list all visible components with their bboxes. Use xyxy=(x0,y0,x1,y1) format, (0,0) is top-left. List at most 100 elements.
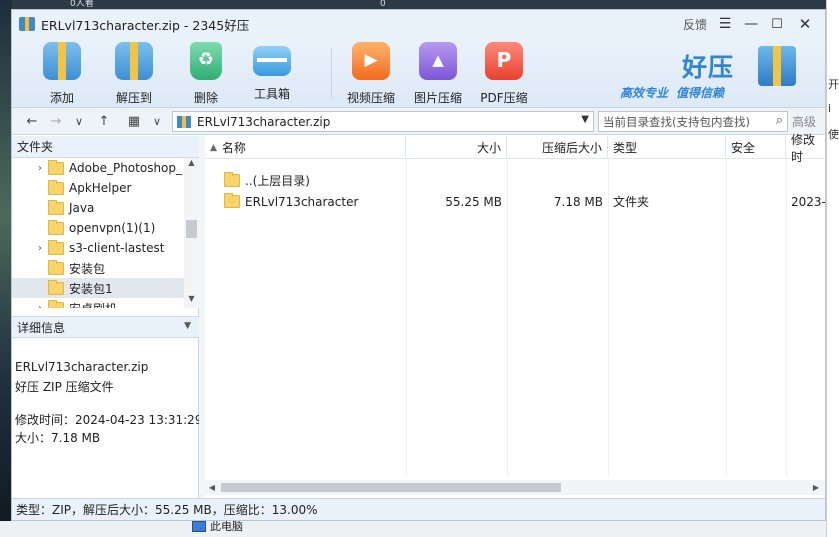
folder-icon xyxy=(48,239,64,255)
search-icon[interactable]: ⌕ xyxy=(776,113,783,128)
detail-modified: 修改时间：2024-04-23 13:31:29 xyxy=(15,413,203,427)
delete-label: 删除 xyxy=(193,91,218,105)
minimize-button[interactable]: — xyxy=(740,10,762,38)
collapse-arrow-icon[interactable]: ▼ xyxy=(184,321,191,331)
cell-name-text: ..(上层目录) xyxy=(245,174,310,188)
tree-item[interactable]: 安装包 xyxy=(12,258,184,278)
video-compress-button[interactable]: 视频压缩 xyxy=(341,40,401,106)
scroll-down-arrow-icon[interactable]: ▼ xyxy=(184,294,199,308)
extract-label: 解压到 xyxy=(115,91,152,105)
title-bar: ERLvl713character.zip - 2345好压 反馈 ☰ — ☐ … xyxy=(12,10,825,38)
tree-item-selected[interactable]: 安装包1 xyxy=(12,278,184,298)
column-name[interactable]: ▲ 名称 xyxy=(205,136,406,159)
scrollbar-thumb[interactable] xyxy=(221,483,561,492)
desktop-right-text-1: 开 xyxy=(828,78,839,91)
tree-item[interactable]: ApkHelper xyxy=(12,178,184,198)
toolbar-separator xyxy=(331,48,332,98)
column-modified[interactable]: 修改时 xyxy=(786,133,825,164)
desktop-bottom-strip xyxy=(0,521,826,537)
brand-logo-area: 好压 高效专业 值得信赖 xyxy=(620,46,820,102)
detail-filename: ERLvl713character.zip xyxy=(15,360,149,374)
table-row[interactable]: ERLvl713character 55.25 MB 7.18 MB 文件夹 2… xyxy=(205,191,826,212)
window-title: ERLvl713character.zip - 2345好压 xyxy=(41,17,250,33)
toolbox-button[interactable]: 工具箱 xyxy=(242,40,302,106)
folder-tree-scrollbar[interactable]: ▲ ▼ xyxy=(184,158,199,308)
history-dropdown[interactable]: ∨ xyxy=(70,108,88,135)
tree-item-label: Adobe_Photoshop_ xyxy=(69,161,183,175)
tree-item[interactable]: › Adobe_Photoshop_ xyxy=(12,158,184,178)
close-button[interactable]: ✕ xyxy=(794,10,816,38)
path-bar[interactable]: ERLvl713character.zip ▼ xyxy=(172,111,594,132)
toolbox-icon xyxy=(253,46,291,76)
folder-icon xyxy=(48,219,64,235)
folder-tree: › Adobe_Photoshop_ ApkHelper Java openvp… xyxy=(12,158,184,308)
status-text: 类型：ZIP，解压后大小：55.25 MB，压缩比：13.00% xyxy=(16,503,318,517)
column-type[interactable]: 类型 xyxy=(608,136,726,159)
tree-item[interactable]: Java xyxy=(12,198,184,218)
path-text: ERLvl713character.zip xyxy=(197,114,331,129)
up-folder-button[interactable]: ↑ xyxy=(94,108,114,135)
view-mode-button[interactable]: ▦ xyxy=(124,108,144,135)
folder-icon xyxy=(48,259,64,275)
detail-filetype: 好压 ZIP 压缩文件 xyxy=(15,380,114,394)
search-placeholder: 当前目录查找(支持包内查找) xyxy=(603,114,750,129)
file-list-header: ▲ 名称 大小 压缩后大小 类型 安全 修改时 xyxy=(205,133,825,164)
extract-button[interactable]: 解压到 xyxy=(104,40,164,106)
toolbox-label: 工具箱 xyxy=(253,87,290,101)
pdf-compress-button[interactable]: PDF压缩 xyxy=(474,40,534,106)
maximize-button[interactable]: ☐ xyxy=(766,10,788,38)
folder-icon xyxy=(48,299,64,308)
folder-pane: 文件夹 › Adobe_Photoshop_ ApkHelper Java op… xyxy=(12,136,203,498)
cell-size: 55.25 MB xyxy=(445,194,502,209)
folder-pane-header: 文件夹 xyxy=(12,136,199,158)
forward-button[interactable]: → xyxy=(46,108,66,135)
scrollbar-thumb[interactable] xyxy=(186,220,197,238)
path-dropdown-icon[interactable]: ▼ xyxy=(581,114,589,125)
column-packed-size[interactable]: 压缩后大小 xyxy=(507,136,608,159)
archive-app-icon xyxy=(19,17,35,31)
navigation-bar: ← → ∨ ↑ ▦ ∨ ERLvl713character.zip ▼ 当前目录… xyxy=(12,108,825,135)
extract-archive-icon xyxy=(115,42,153,80)
folder-icon xyxy=(48,279,64,295)
search-input[interactable]: 当前目录查找(支持包内查找) ⌕ xyxy=(598,111,788,132)
detail-size: 大小：7.18 MB xyxy=(15,431,101,445)
feedback-link[interactable]: 反馈 xyxy=(680,10,710,38)
expand-chevron-icon[interactable]: › xyxy=(34,303,46,309)
tree-item[interactable]: openvpn(1)(1) xyxy=(12,218,184,238)
scroll-up-arrow-icon[interactable]: ▲ xyxy=(184,158,199,172)
expand-chevron-icon[interactable]: › xyxy=(34,163,46,174)
computer-icon xyxy=(192,520,206,532)
zip-file-icon xyxy=(177,115,191,128)
tree-item-label: 安装包1 xyxy=(69,281,113,296)
column-size[interactable]: 大小 xyxy=(406,136,507,159)
details-header[interactable]: 详细信息 ▼ xyxy=(12,316,199,338)
desktop-right-text-3: 使 xyxy=(828,128,839,141)
image-compress-button[interactable]: 图片压缩 xyxy=(408,40,468,106)
recycle-bin-icon xyxy=(190,42,222,80)
tree-item-label: openvpn(1)(1) xyxy=(69,221,156,235)
tree-item-label: 安卓刷机 xyxy=(69,300,117,309)
delete-button[interactable]: 删除 xyxy=(176,40,236,106)
file-list: ▲ 名称 大小 压缩后大小 类型 安全 修改时 ..(上层目录) ERLvl71… xyxy=(205,133,826,498)
tree-item[interactable]: › 安卓刷机 xyxy=(12,298,184,308)
scroll-left-arrow-icon[interactable]: ◀ xyxy=(205,480,219,495)
view-mode-dropdown[interactable]: ∨ xyxy=(148,108,166,135)
add-label: 添加 xyxy=(49,91,74,105)
image-icon xyxy=(419,42,457,80)
back-button[interactable]: ← xyxy=(22,108,42,135)
desktop-right-text-2: i xyxy=(828,102,832,115)
sort-ascending-icon: ▲ xyxy=(210,142,217,153)
column-security[interactable]: 安全 xyxy=(726,136,786,159)
pdf-icon xyxy=(485,42,523,80)
scroll-right-arrow-icon[interactable]: ▶ xyxy=(809,480,823,495)
cell-name: ERLvl713character xyxy=(217,191,406,212)
cell-name: ..(上层目录) xyxy=(217,170,406,191)
add-button[interactable]: 添加 xyxy=(32,40,92,106)
expand-chevron-icon[interactable]: › xyxy=(34,243,46,254)
file-list-horizontal-scrollbar[interactable]: ◀ ▶ xyxy=(205,480,825,495)
table-row[interactable]: ..(上层目录) xyxy=(205,170,825,191)
tree-item[interactable]: › s3-client-lastest xyxy=(12,238,184,258)
main-toolbar: 添加 解压到 删除 工具箱 视频压缩 图片压缩 PDF压缩 好压 xyxy=(12,38,825,108)
cell-name-text: ERLvl713character xyxy=(245,194,359,209)
menu-button[interactable]: ☰ xyxy=(714,10,736,38)
